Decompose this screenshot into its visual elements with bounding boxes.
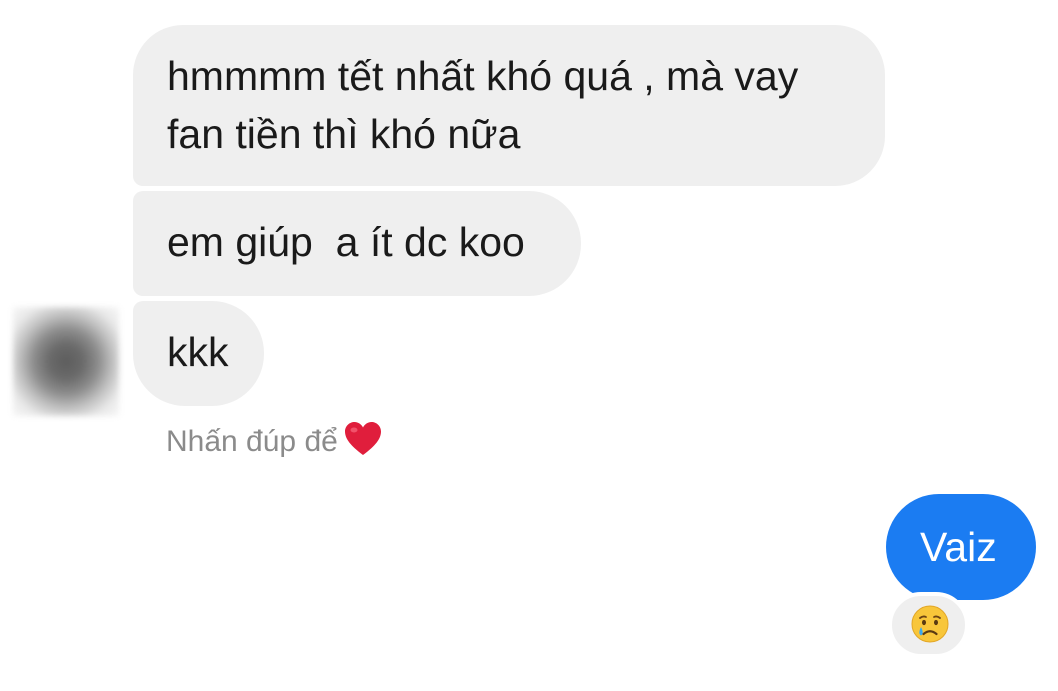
incoming-message-bubble[interactable]: em giúp a ít dc koo xyxy=(133,191,581,296)
avatar[interactable] xyxy=(13,307,119,416)
chat-thread: hmmmm tết nhất khó quá , mà vay fan tiền… xyxy=(0,0,1058,691)
message-text: em giúp a ít dc koo xyxy=(167,219,525,265)
outgoing-message-bubble[interactable]: Vaiz xyxy=(886,494,1036,600)
incoming-message-bubble[interactable]: hmmmm tết nhất khó quá , mà vay fan tiền… xyxy=(133,25,885,186)
message-text: hmmmm tết nhất khó quá , mà vay fan tiền… xyxy=(167,53,799,157)
crying-face-icon xyxy=(911,605,949,643)
hint-text: Nhấn đúp để xyxy=(166,425,338,458)
message-text: Vaiz xyxy=(920,524,997,570)
message-reaction[interactable] xyxy=(888,592,969,658)
double-tap-hint: Nhấn đúp để xyxy=(166,421,382,462)
message-text: kkk xyxy=(167,329,229,375)
heart-icon xyxy=(344,421,382,457)
incoming-message-bubble[interactable]: kkk xyxy=(133,301,264,406)
